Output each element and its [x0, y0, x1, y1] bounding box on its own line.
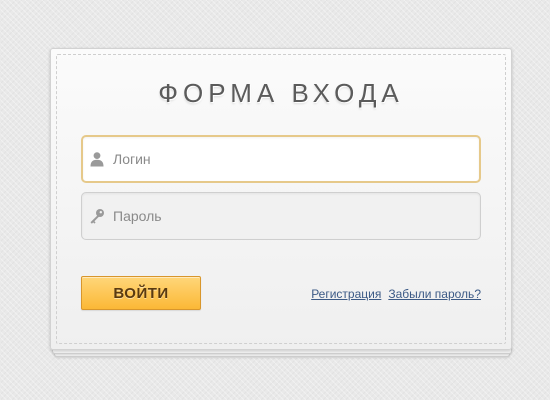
- password-input[interactable]: [113, 208, 453, 224]
- login-input[interactable]: [113, 151, 453, 167]
- user-icon: [89, 151, 105, 167]
- auth-links: Регистрация Забыли пароль?: [311, 287, 481, 301]
- key-icon: [89, 208, 105, 224]
- login-button[interactable]: ВОЙТИ: [81, 276, 201, 310]
- forgot-password-link[interactable]: Забыли пароль?: [388, 287, 481, 301]
- register-link[interactable]: Регистрация: [311, 287, 381, 301]
- password-field[interactable]: [81, 192, 481, 240]
- form-title: ФОРМА ВХОДА: [158, 78, 404, 108]
- login-field[interactable]: [81, 135, 481, 183]
